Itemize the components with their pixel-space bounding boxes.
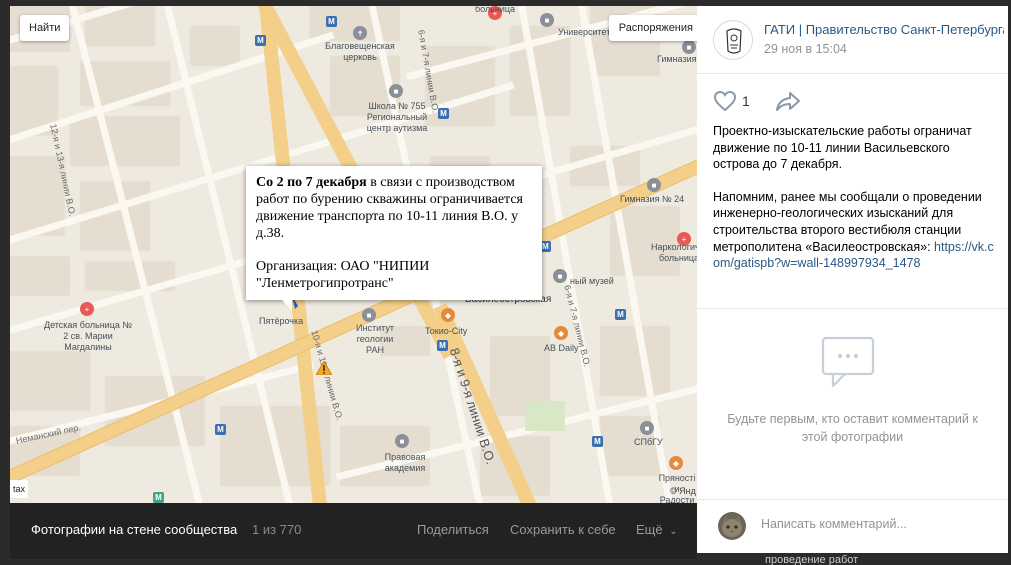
map-copyright: © Янд <box>670 486 696 496</box>
post-paragraph: Напомним, ранее мы сообщали о проведении… <box>713 189 998 272</box>
map-label: Наркологиче... больница <box>651 242 697 263</box>
map-label: СПбГУ <box>634 437 663 447</box>
map-label: ный музей <box>570 276 614 286</box>
metro-icon: M <box>153 492 164 503</box>
post-paragraph: Проектно-изыскательские работы ограничат… <box>713 124 972 172</box>
more-button[interactable]: Ещё ⌄ <box>636 522 678 537</box>
post-date[interactable]: 29 ноя в 15:04 <box>764 42 847 56</box>
metro-icon: M <box>326 16 337 27</box>
divider <box>697 73 1008 74</box>
share-icon[interactable] <box>775 90 801 112</box>
school-icon: ■ <box>682 40 696 54</box>
metro-icon: M <box>615 309 626 320</box>
popup-dates: Со 2 по 7 декабря <box>256 175 367 190</box>
school-icon: ■ <box>389 84 403 98</box>
university-icon: ■ <box>640 421 654 435</box>
photo-counter: 1 из 770 <box>252 522 302 537</box>
institute-icon: ■ <box>362 308 376 322</box>
user-avatar[interactable] <box>718 512 746 540</box>
chevron-down-icon: ⌄ <box>669 526 678 537</box>
popup-organization: Организация: ОАО "НИПИИ "Ленметрогипротр… <box>256 259 430 291</box>
community-avatar[interactable] <box>713 20 753 60</box>
metro-icon: M <box>215 424 226 435</box>
museum-icon: ■ <box>553 269 567 283</box>
map-label: Гимназия <box>657 54 697 64</box>
map-label: Правовая академия <box>384 452 426 473</box>
map-popup: Со 2 по 7 декабря в связи с производство… <box>246 166 542 310</box>
background-text: проведение работ <box>765 554 859 565</box>
hospital-icon: + <box>80 302 94 316</box>
map-label: больница <box>475 6 516 14</box>
map-label: Токио-City <box>425 326 468 336</box>
map-label: Благовещенская церковь <box>325 41 395 62</box>
church-icon: ✝ <box>353 26 367 40</box>
cat-avatar-icon <box>718 512 746 540</box>
heart-icon[interactable] <box>713 90 737 112</box>
map-label: AB Daily <box>544 343 579 353</box>
photo-viewer[interactable]: + ■ ✝ ■ ■ ■ + + ◆ ■ ◆ ■ ◆ ■ ■ ◆ M M M M … <box>10 6 697 503</box>
university-icon: ■ <box>540 13 554 27</box>
more-label: Ещё <box>636 522 663 537</box>
post-author[interactable]: ГАТИ | Правительство Санкт-Петербурга <box>764 22 1004 37</box>
warning-icon[interactable] <box>316 361 332 375</box>
metro-icon: M <box>592 436 603 447</box>
map-label: Гимназия № 24 <box>620 194 685 204</box>
save-button[interactable]: Сохранить к себе <box>510 522 616 537</box>
map-corner-tag: tax <box>10 480 29 498</box>
cafe-icon: ◆ <box>554 326 568 340</box>
community-logo-icon <box>715 22 752 59</box>
school-icon: ■ <box>647 178 661 192</box>
academy-icon: ■ <box>395 434 409 448</box>
post-panel: ГАТИ | Правительство Санкт-Петербурга 29… <box>697 6 1008 553</box>
comments-icon <box>821 336 875 388</box>
like-count: 1 <box>742 93 750 109</box>
map-label: Школа № 755 Региональный центр аутизма <box>366 101 428 133</box>
album-title[interactable]: Фотографии на стене сообщества <box>31 522 237 537</box>
post-text: Проектно-изыскательские работы ограничат… <box>713 123 998 272</box>
orders-button[interactable]: Распоряжения <box>608 15 697 41</box>
photo-bottom-bar: Фотографии на стене сообщества 1 из 770 … <box>10 503 697 559</box>
restaurant-icon: ◆ <box>669 456 683 470</box>
metro-icon: M <box>255 35 266 46</box>
empty-comments-text: Будьте первым, кто оставит комментарий к… <box>727 412 978 444</box>
metro-icon: M <box>437 340 448 351</box>
share-button[interactable]: Поделиться <box>417 522 489 537</box>
map-label: Детская больница № 2 св. Марии Магдалины <box>43 320 133 352</box>
map-label: Пятёрочка <box>259 316 304 326</box>
comment-input[interactable]: Написать комментарий... <box>761 517 991 531</box>
divider <box>697 308 1008 309</box>
map-label: Институт геологии РАН <box>356 323 394 355</box>
find-button[interactable]: Найти <box>20 15 70 41</box>
restaurant-icon: ◆ <box>441 308 455 322</box>
divider <box>697 499 1008 500</box>
